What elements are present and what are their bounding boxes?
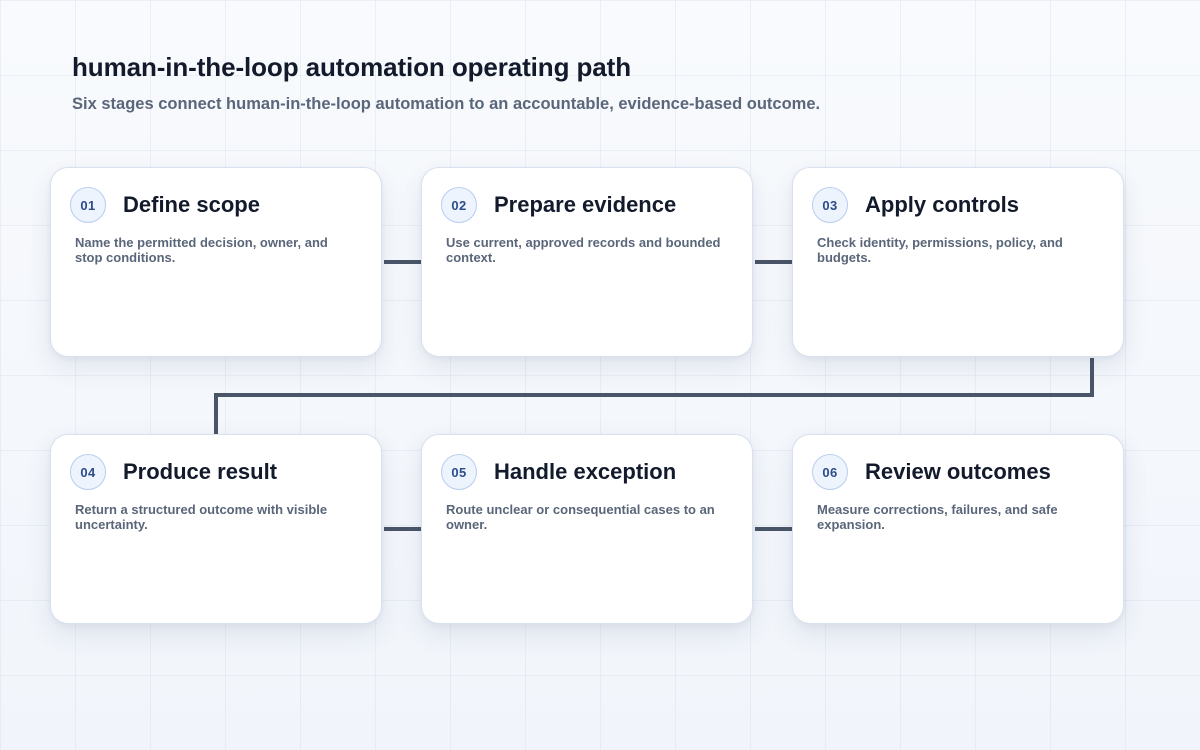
stage-title: Produce result xyxy=(123,459,278,484)
stage-number-badge: 05 xyxy=(441,454,477,490)
stage-number-badge: 06 xyxy=(812,454,848,490)
stage-number-badge: 02 xyxy=(441,187,477,223)
stage-number-badge: 04 xyxy=(70,454,106,490)
connector-03-04 xyxy=(214,358,1094,434)
stage-card-produce-result: 04 Produce result Return a structured ou… xyxy=(50,434,382,624)
stage-description: Check identity, permissions, policy, and… xyxy=(817,235,1063,265)
stage-description: Measure corrections, failures, and safe … xyxy=(817,502,1058,532)
stage-number-badge: 01 xyxy=(70,187,106,223)
stage-card-apply-controls: 03 Apply controls Check identity, permis… xyxy=(792,167,1124,357)
stage-card-review-outcomes: 06 Review outcomes Measure corrections, … xyxy=(792,434,1124,624)
stage-number-badge: 03 xyxy=(812,187,848,223)
stage-card-prepare-evidence: 02 Prepare evidence Use current, approve… xyxy=(421,167,753,357)
stage-card-handle-exception: 05 Handle exception Route unclear or con… xyxy=(421,434,753,624)
stage-card-define-scope: 01 Define scope Name the permitted decis… xyxy=(50,167,382,357)
stage-title: Apply controls xyxy=(865,192,1020,217)
flow-connectors xyxy=(214,260,1094,531)
stage-description: Route unclear or consequential cases to … xyxy=(446,502,715,532)
stage-title: Prepare evidence xyxy=(494,192,677,217)
stage-title: Review outcomes xyxy=(865,459,1051,484)
stage-title: Handle exception xyxy=(494,459,677,484)
stage-description: Name the permitted decision, owner, and … xyxy=(75,235,328,265)
stage-description: Return a structured outcome with visible… xyxy=(75,502,328,532)
stage-description: Use current, approved records and bounde… xyxy=(446,235,721,265)
stage-title: Define scope xyxy=(123,192,260,217)
